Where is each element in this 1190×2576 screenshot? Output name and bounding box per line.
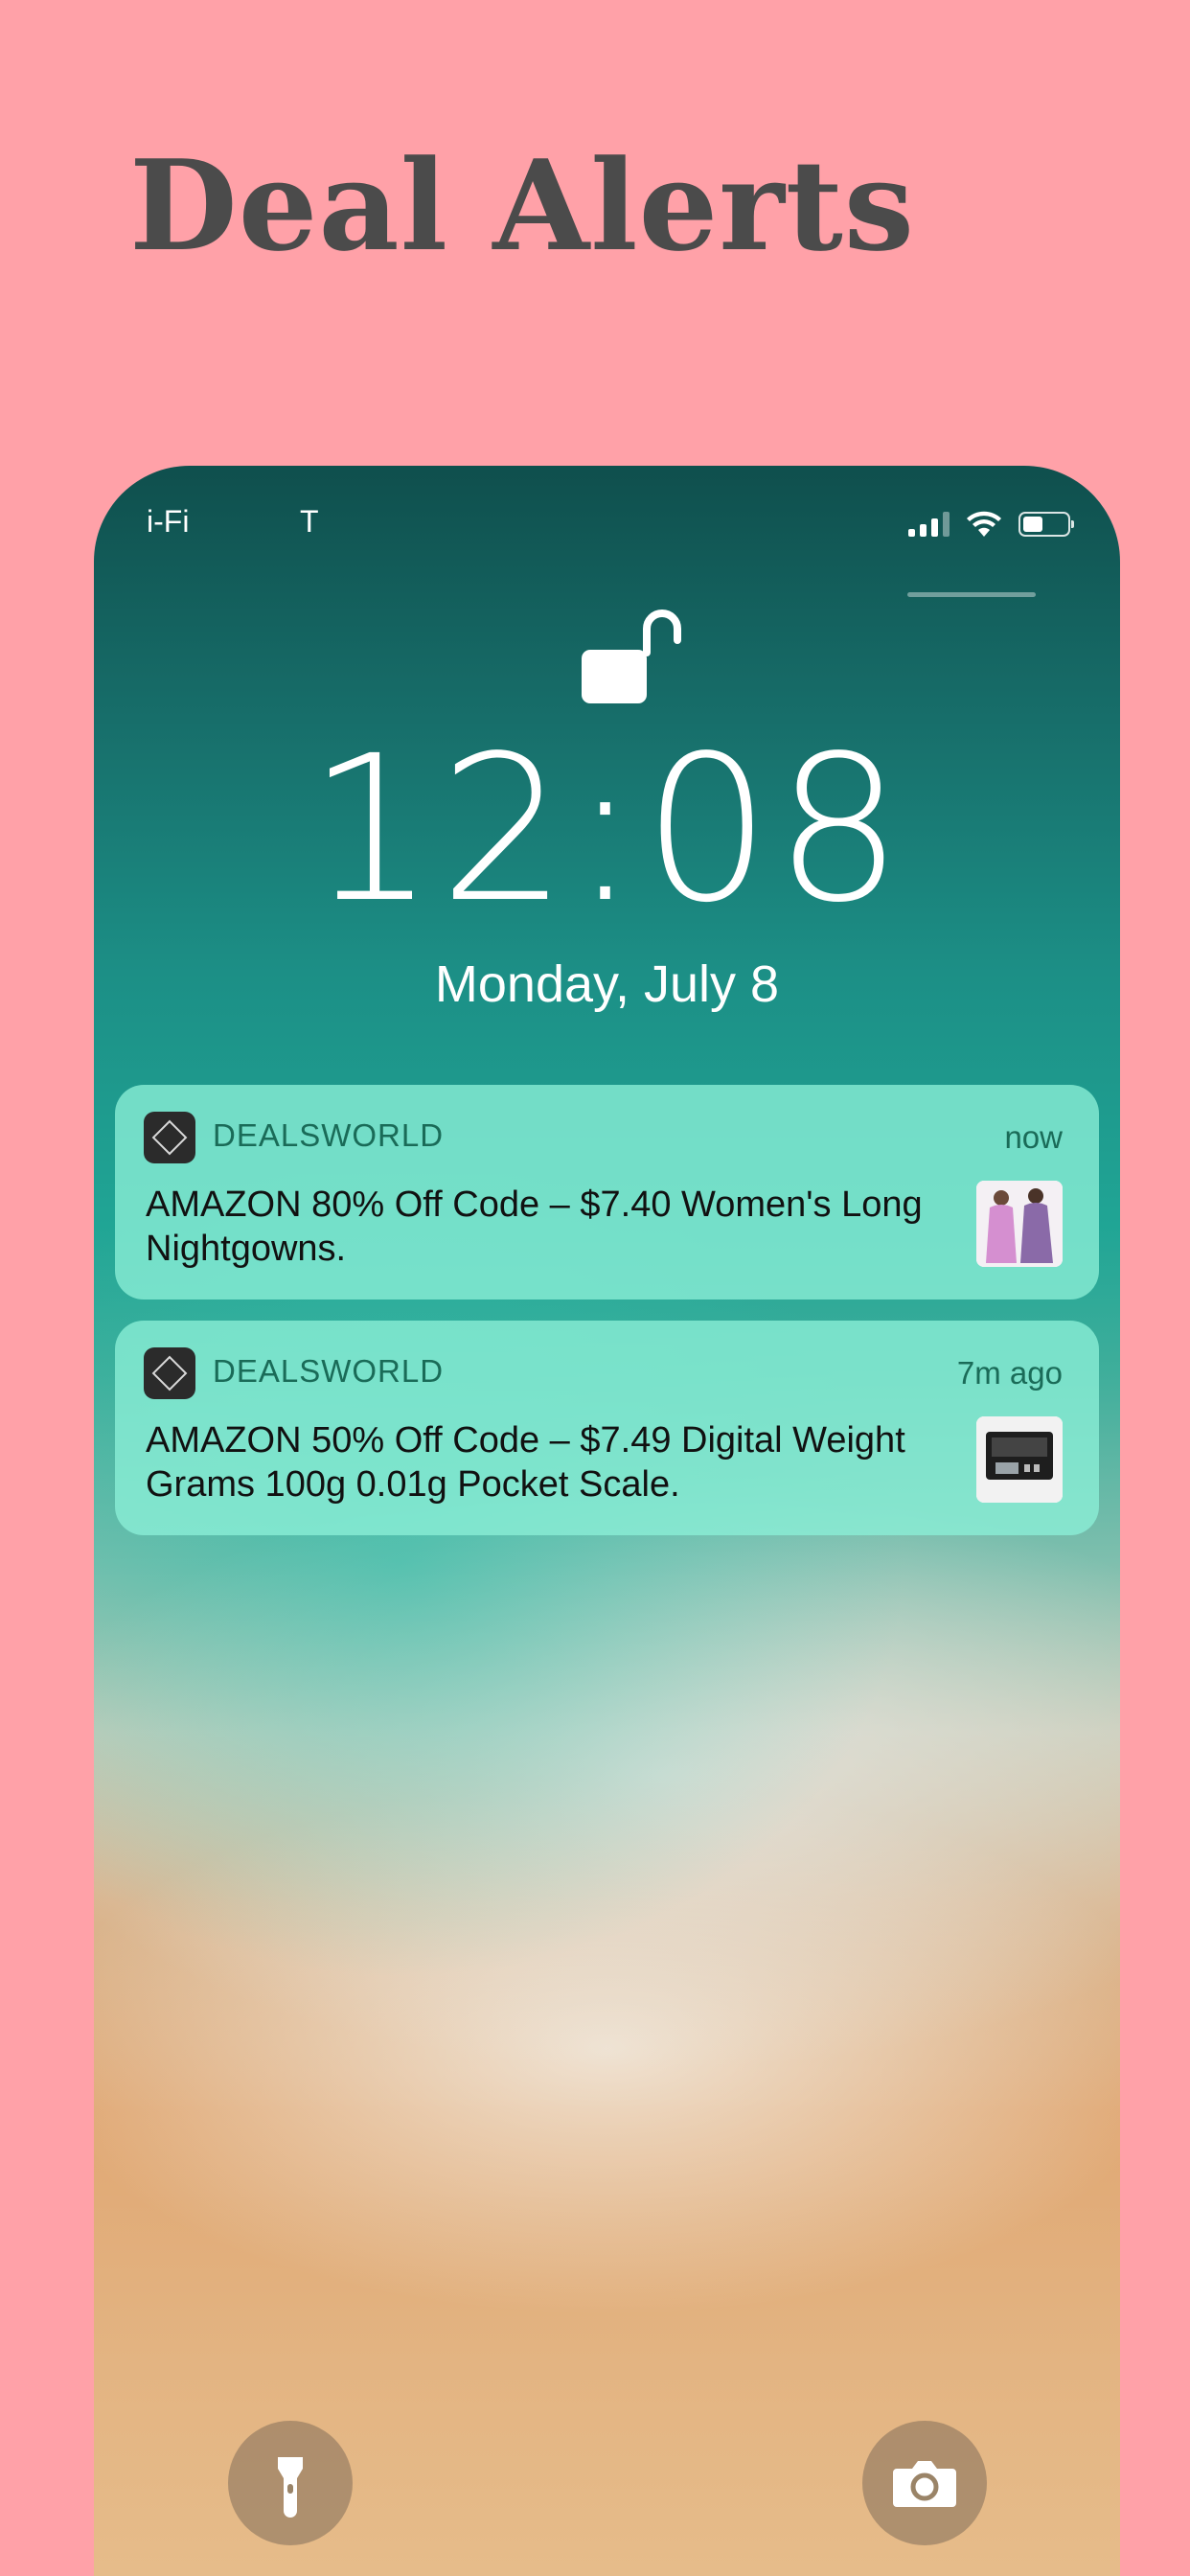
phone-lock-screen: i-Fi T 12:08 Monday, July 8 DEALSWORLD n… <box>94 466 1120 2576</box>
notification-card[interactable]: DEALSWORLD 7m ago AMAZON 50% Off Code – … <box>115 1321 1099 1535</box>
wifi-icon <box>967 511 1001 537</box>
status-bar: i-Fi T <box>94 504 1120 597</box>
notification-text: AMAZON 50% Off Code – $7.49 Digital Weig… <box>146 1420 905 1505</box>
battery-icon <box>1018 512 1074 537</box>
carrier-label: i-Fi <box>147 504 190 539</box>
pocket-scale-thumbnail <box>976 1416 1063 1503</box>
nightgowns-thumbnail <box>976 1181 1063 1267</box>
dealsworld-app-icon <box>144 1112 195 1163</box>
signal-icon <box>908 512 950 537</box>
status-icons <box>908 510 1074 539</box>
notification-app-name: DEALSWORLD <box>213 1353 445 1389</box>
control-center-indicator[interactable] <box>907 592 1036 597</box>
page-headline: Deal Alerts <box>129 132 916 279</box>
unlocked-padlock-icon <box>582 610 681 703</box>
notification-time: 7m ago <box>956 1355 1063 1391</box>
camera-button[interactable] <box>862 2421 987 2545</box>
notification-app-name: DEALSWORLD <box>213 1117 445 1153</box>
flashlight-button[interactable] <box>228 2421 353 2545</box>
carrier-suffix: T <box>300 504 319 539</box>
dealsworld-app-icon <box>144 1347 195 1399</box>
flashlight-icon <box>278 2457 303 2518</box>
notification-card[interactable]: DEALSWORLD now AMAZON 80% Off Code – $7.… <box>115 1085 1099 1300</box>
lock-screen-date: Monday, July 8 <box>434 955 780 1013</box>
lock-screen-time: 12:08 <box>307 712 907 947</box>
notification-time: now <box>1004 1119 1063 1155</box>
notification-text: AMAZON 80% Off Code – $7.40 Women's Long… <box>146 1184 923 1269</box>
camera-icon <box>893 2461 956 2507</box>
